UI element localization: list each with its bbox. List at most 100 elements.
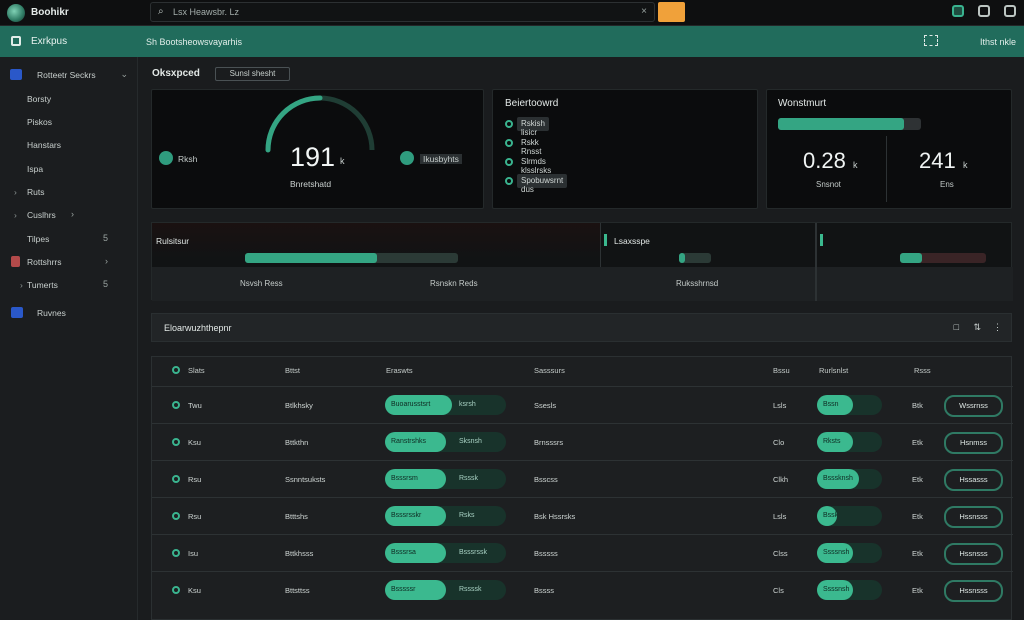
metric-label: Ens [940,180,954,189]
band-caption: Nsvsh Ress [240,279,283,288]
band-bar-fill [679,253,686,263]
status-rest: Bsssrssk [459,549,487,556]
overview-title: Oksxpced [152,68,200,79]
cell-type: Ssesls [534,401,557,410]
row-select-icon[interactable] [172,512,180,520]
sidebar-item-8[interactable]: Rottshrrs › [0,253,138,271]
table-row[interactable]: Rsu Ssnntsuksts Bsssrsm Rsssk Bsscss Clkh Bsss… [152,460,1013,497]
band-bar [679,253,711,263]
page-header: Sh Bootsheowsvayarhis Ithst nkle [138,26,1024,57]
sidebar-item-5[interactable]: › Ruts [0,183,138,201]
grid-icon[interactable] [924,35,938,46]
status-dot-icon [400,151,414,165]
filter-icon[interactable]: □ [954,322,959,332]
row-select-icon[interactable] [172,401,180,409]
row-select-icon[interactable] [172,586,180,594]
sidebar-item-1[interactable]: Borsty [0,90,138,108]
cell-amount: Clo [773,438,785,447]
row-action-button[interactable]: Wssrnss [944,395,1003,417]
band-label: Rulsitsur [156,236,190,246]
status-fill: Ranstrshks [385,432,446,452]
search-submit-button[interactable] [658,2,685,22]
data-table: Slats Bttst Eraswts Sasssurs Bssu Rurlsn… [151,356,1013,620]
table-row[interactable]: Ksu Bttsttss Bsssssr Rssssk Bssss Cls Ssssnsh E… [152,571,1013,608]
row-select-icon[interactable] [172,438,180,446]
cell-id: Ssnntsuksts [285,475,326,484]
sidebar-item-6[interactable]: › Cuslhrs › [0,206,138,224]
top-bar: Boohikr ⌕ Lsx Heawsbr. Lz × [0,0,1024,26]
divider [886,136,887,202]
sidebar-item-9[interactable]: › Tumerts 5 [0,276,138,294]
chevron-right-icon: › [14,210,17,220]
sidebar-item-3[interactable]: Hanstars [0,136,138,154]
brand-name: Boohikr [31,7,69,18]
sidebar-header-label: Exrkpus [31,36,68,47]
overview-button[interactable]: Sunsl shesht [215,67,290,81]
select-all-icon[interactable] [172,366,180,374]
band-bar [245,253,458,263]
alert-icon [11,256,20,267]
help-icon[interactable] [978,5,990,17]
cell-id: Bttkthn [285,438,309,447]
sidebar-item-4[interactable]: Ispa [0,160,138,178]
row-action-button[interactable]: Hssnsss [944,543,1003,565]
chevron-right-icon: › [105,256,108,266]
sidebar-item-7[interactable]: Tilpes 5 [0,230,138,248]
column-header[interactable]: Sasssurs [534,366,565,375]
cell-type: Bssss [534,586,555,595]
bullet-icon [505,120,513,128]
chevron-right-icon: › [14,187,17,197]
metrics-title: Wonstmurt [778,98,827,109]
column-header[interactable]: Bttst [285,366,300,375]
column-header[interactable]: Bssu [773,366,790,375]
row-action-button[interactable]: Hssasss [944,469,1003,491]
legend-label: Slrmds klsslrsks [521,157,552,175]
sidebar-item-2[interactable]: Piskos [0,113,138,131]
close-icon[interactable]: × [641,6,647,17]
column-header[interactable]: Rurlsnlst [819,366,848,375]
legend-title: Beiertoowrd [505,98,559,109]
breadcrumb[interactable]: Sh Bootsheowsvayarhis [146,37,242,47]
row-action-button[interactable]: Hsnmss [944,432,1003,454]
column-header[interactable]: Slats [188,366,205,375]
table-section-title: Eloarwuzhthepnr [164,323,232,333]
dashboard-icon [10,69,22,80]
cell-id: Bttsttss [285,586,310,595]
cell-id: Btttshs [285,512,308,521]
column-header[interactable]: Rsss [914,366,931,375]
bullet-icon [505,177,513,185]
sidebar-header[interactable]: Exrkpus [0,26,138,57]
row-action-button[interactable]: Hssnsss [944,580,1003,602]
metric-unit: k [853,160,858,170]
bullet-icon [505,139,513,147]
notifications-icon[interactable] [952,5,964,17]
cell-name: Rsu [188,512,202,521]
table-row[interactable]: Ksu Bttkthn Ranstrshks Sksnsh Brnsssrs Clo Rks… [152,423,1013,460]
status-rest: Rsks [459,512,475,519]
cell-amount: Lsls [773,512,787,521]
table-row[interactable]: Isu Bttkhsss Bsssrsa Bsssrssk Bsssss Clss Ssss… [152,534,1013,571]
row-select-icon[interactable] [172,475,180,483]
header-utility[interactable]: Ithst nkle [980,37,1016,47]
row-select-icon[interactable] [172,549,180,557]
chevron-right-icon: › [20,280,23,290]
search-input[interactable]: ⌕ Lsx Heawsbr. Lz × [150,2,655,22]
cell-name: Ksu [188,586,201,595]
sidebar-item-label: Hanstars [27,140,62,150]
cell-amount: Clss [773,549,788,558]
table-row[interactable]: Rsu Btttshs Bsssrsskr Rsks Bsk Hssrsks Lsls Bs… [152,497,1013,534]
sidebar-item-label: Borsty [27,94,52,104]
legend-label: Rskish lisicr [517,117,550,137]
settings-icon[interactable] [1004,5,1016,17]
row-action-button[interactable]: Hssnsss [944,506,1003,528]
sidebar-item-10[interactable]: Ruvnes [0,304,138,322]
more-icon[interactable]: ⋮ [993,322,1002,333]
sort-icon[interactable]: ⇅ [973,322,981,333]
table-row[interactable]: Twu Btlkhsky Buoarusstsrt ksrsh Ssesls Lsls Bs… [152,386,1013,423]
brand-logo-icon[interactable] [7,4,25,22]
column-header[interactable]: Eraswts [386,366,413,375]
cell-score: Etk [912,438,923,447]
cell-score: Etk [912,512,923,521]
cell-name: Ksu [188,438,201,447]
sidebar-item-0[interactable]: Rotteetr Seckrs ⌄ [0,66,138,84]
